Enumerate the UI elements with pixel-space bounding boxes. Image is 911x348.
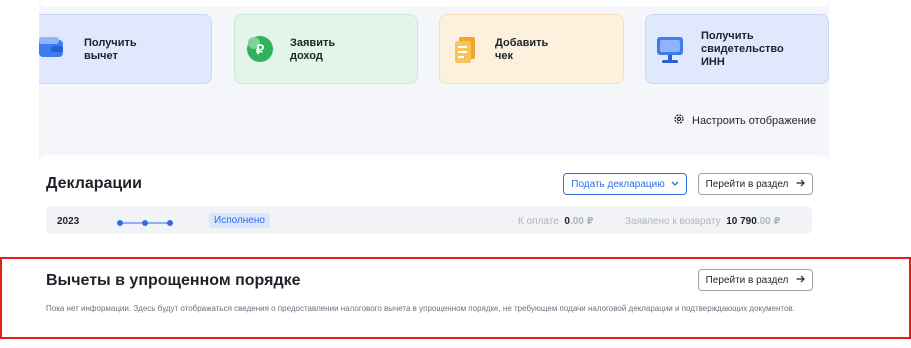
submit-declaration-button[interactable]: Подать декларацию: [563, 173, 687, 195]
declarations-title: Декларации: [46, 175, 142, 192]
customize-display-label: Настроить отображение: [692, 115, 817, 127]
customize-display-link[interactable]: Настроить отображение: [673, 113, 816, 129]
status-badge: Исполнено: [209, 213, 270, 228]
tile-get-inn-certificate[interactable]: Получить свидетельство ИНН: [645, 14, 829, 84]
monitor-icon: [656, 35, 684, 70]
svg-text:₽: ₽: [256, 42, 265, 57]
receipt-icon: [455, 37, 479, 68]
goto-label: Перейти в раздел: [705, 274, 789, 286]
progress-steps-icon: [117, 215, 173, 233]
ruble-leaf-icon: ₽: [245, 34, 275, 69]
tile-get-deduction[interactable]: Получить вычет: [39, 14, 212, 84]
pay-label: К оплате: [518, 216, 559, 227]
arrow-right-icon: [796, 179, 806, 190]
amount-refund: Заявлено к возврату 10 790.00 ₽: [625, 216, 780, 227]
wallet-icon: [39, 37, 65, 66]
simplified-deductions-title: Вычеты в упрощенном порядке: [46, 272, 301, 289]
refund-amount: 10 790: [726, 216, 757, 227]
top-card-edge: [39, 0, 829, 7]
tile-label: Добавить чек: [495, 37, 549, 62]
goto-label: Перейти в раздел: [705, 178, 789, 190]
pay-amount-fraction: .00 ₽: [569, 216, 594, 227]
tile-label: Получить вычет: [84, 37, 137, 62]
tile-add-receipt[interactable]: Добавить чек: [439, 14, 624, 84]
refund-amount-fraction: .00 ₽: [756, 216, 781, 227]
submit-declaration-label: Подать декларацию: [571, 178, 665, 190]
declarations-goto-button[interactable]: Перейти в раздел: [698, 173, 813, 195]
simplified-info-text: Пока нет информации. Здесь будут отображ…: [46, 304, 795, 313]
amount-to-pay: К оплате 0.00 ₽: [518, 216, 594, 227]
tile-label: Получить свидетельство ИНН: [701, 30, 784, 68]
arrow-right-icon: [796, 275, 806, 286]
declaration-year: 2023: [57, 216, 80, 227]
simplified-goto-button[interactable]: Перейти в раздел: [698, 269, 813, 291]
tile-label: Заявить доход: [290, 37, 336, 62]
tile-declare-income[interactable]: ₽ Заявить доход: [234, 14, 418, 84]
gear-icon: [673, 112, 685, 130]
refund-label: Заявлено к возврату: [625, 216, 721, 227]
chevron-down-icon: [671, 179, 679, 190]
